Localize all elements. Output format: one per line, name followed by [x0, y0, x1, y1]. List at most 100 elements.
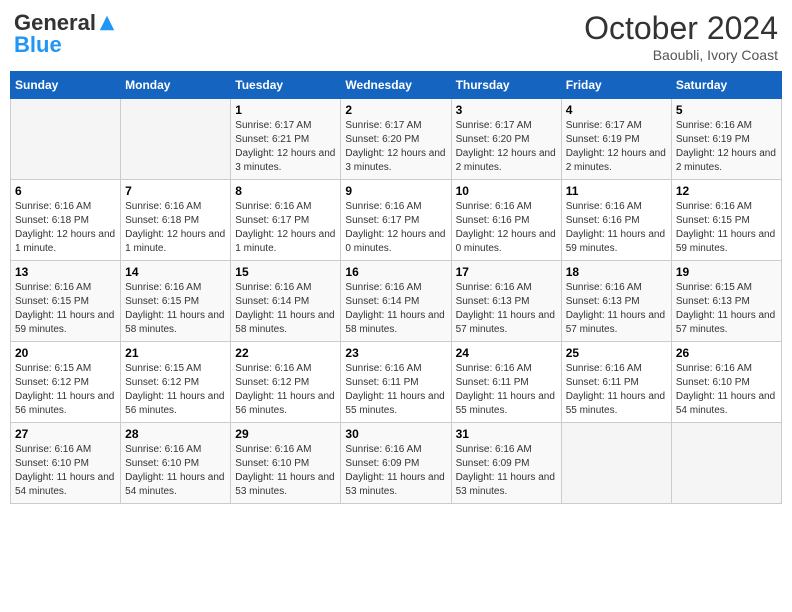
calendar-week-3: 13 Sunrise: 6:16 AMSunset: 6:15 PMDayligh… — [11, 261, 782, 342]
calendar-header-wednesday: Wednesday — [341, 72, 451, 99]
day-number: 18 — [566, 265, 667, 279]
day-info: Sunrise: 6:16 AMSunset: 6:14 PMDaylight:… — [235, 281, 336, 337]
calendar-week-1: 1 Sunrise: 6:17 AMSunset: 6:21 PMDaylight… — [11, 99, 782, 180]
day-number: 1 — [235, 103, 336, 117]
day-number: 21 — [125, 346, 226, 360]
day-info: Sunrise: 6:15 AMSunset: 6:12 PMDaylight:… — [15, 362, 116, 418]
calendar-cell — [11, 99, 121, 180]
month-title: October 2024 — [584, 10, 778, 47]
day-number: 8 — [235, 184, 336, 198]
calendar-cell: 29 Sunrise: 6:16 AMSunset: 6:10 PMDayligh… — [231, 423, 341, 504]
calendar-cell: 21 Sunrise: 6:15 AMSunset: 6:12 PMDayligh… — [121, 342, 231, 423]
calendar-header-thursday: Thursday — [451, 72, 561, 99]
day-info: Sunrise: 6:16 AMSunset: 6:10 PMDaylight:… — [235, 443, 336, 499]
calendar-cell: 6 Sunrise: 6:16 AMSunset: 6:18 PMDaylight… — [11, 180, 121, 261]
day-number: 14 — [125, 265, 226, 279]
day-info: Sunrise: 6:16 AMSunset: 6:15 PMDaylight:… — [15, 281, 116, 337]
day-info: Sunrise: 6:16 AMSunset: 6:19 PMDaylight:… — [676, 119, 777, 175]
calendar-cell: 3 Sunrise: 6:17 AMSunset: 6:20 PMDaylight… — [451, 99, 561, 180]
day-number: 13 — [15, 265, 116, 279]
day-number: 27 — [15, 427, 116, 441]
day-info: Sunrise: 6:16 AMSunset: 6:15 PMDaylight:… — [676, 200, 777, 256]
day-number: 3 — [456, 103, 557, 117]
title-block: October 2024 Baoubli, Ivory Coast — [584, 10, 778, 63]
day-info: Sunrise: 6:16 AMSunset: 6:18 PMDaylight:… — [15, 200, 116, 256]
calendar-week-4: 20Sunrise: 6:15 AMSunset: 6:12 PMDayligh… — [11, 342, 782, 423]
logo-icon — [98, 14, 116, 32]
day-number: 31 — [456, 427, 557, 441]
day-number: 22 — [235, 346, 336, 360]
calendar-cell: 28 Sunrise: 6:16 AMSunset: 6:10 PMDayligh… — [121, 423, 231, 504]
page-header: General Blue October 2024 Baoubli, Ivory… — [10, 10, 782, 63]
day-number: 2 — [345, 103, 446, 117]
calendar-cell: 20Sunrise: 6:15 AMSunset: 6:12 PMDayligh… — [11, 342, 121, 423]
calendar-cell: 2 Sunrise: 6:17 AMSunset: 6:20 PMDaylight… — [341, 99, 451, 180]
calendar-cell: 16 Sunrise: 6:16 AMSunset: 6:14 PMDayligh… — [341, 261, 451, 342]
day-number: 12 — [676, 184, 777, 198]
day-info: Sunrise: 6:16 AMSunset: 6:11 PMDaylight:… — [566, 362, 667, 418]
calendar-header-sunday: Sunday — [11, 72, 121, 99]
calendar-cell: 9 Sunrise: 6:16 AMSunset: 6:17 PMDaylight… — [341, 180, 451, 261]
calendar-cell: 14Sunrise: 6:16 AMSunset: 6:15 PMDayligh… — [121, 261, 231, 342]
logo: General Blue — [14, 10, 116, 58]
day-info: Sunrise: 6:17 AMSunset: 6:20 PMDaylight:… — [345, 119, 446, 175]
day-info: Sunrise: 6:16 AMSunset: 6:13 PMDaylight:… — [566, 281, 667, 337]
logo-blue-text: Blue — [14, 32, 62, 58]
day-info: Sunrise: 6:15 AMSunset: 6:12 PMDaylight:… — [125, 362, 226, 418]
calendar-cell: 10 Sunrise: 6:16 AMSunset: 6:16 PMDayligh… — [451, 180, 561, 261]
calendar-cell: 17 Sunrise: 6:16 AMSunset: 6:13 PMDayligh… — [451, 261, 561, 342]
day-number: 15 — [235, 265, 336, 279]
day-number: 23 — [345, 346, 446, 360]
day-info: Sunrise: 6:17 AMSunset: 6:21 PMDaylight:… — [235, 119, 336, 175]
calendar-cell: 30 Sunrise: 6:16 AMSunset: 6:09 PMDayligh… — [341, 423, 451, 504]
calendar-cell: 27 Sunrise: 6:16 AMSunset: 6:10 PMDayligh… — [11, 423, 121, 504]
day-info: Sunrise: 6:16 AMSunset: 6:17 PMDaylight:… — [345, 200, 446, 256]
day-info: Sunrise: 6:16 AMSunset: 6:09 PMDaylight:… — [456, 443, 557, 499]
day-number: 26 — [676, 346, 777, 360]
day-info: Sunrise: 6:17 AMSunset: 6:20 PMDaylight:… — [456, 119, 557, 175]
day-number: 30 — [345, 427, 446, 441]
day-number: 28 — [125, 427, 226, 441]
calendar-table: SundayMondayTuesdayWednesdayThursdayFrid… — [10, 71, 782, 504]
day-info: Sunrise: 6:16 AMSunset: 6:10 PMDaylight:… — [676, 362, 777, 418]
calendar-cell: 13 Sunrise: 6:16 AMSunset: 6:15 PMDayligh… — [11, 261, 121, 342]
day-info: Sunrise: 6:16 AMSunset: 6:10 PMDaylight:… — [125, 443, 226, 499]
day-info: Sunrise: 6:16 AMSunset: 6:18 PMDaylight:… — [125, 200, 226, 256]
day-info: Sunrise: 6:16 AMSunset: 6:09 PMDaylight:… — [345, 443, 446, 499]
calendar-cell: 4Sunrise: 6:17 AMSunset: 6:19 PMDaylight… — [561, 99, 671, 180]
calendar-cell: 18 Sunrise: 6:16 AMSunset: 6:13 PMDayligh… — [561, 261, 671, 342]
day-number: 17 — [456, 265, 557, 279]
calendar-week-5: 27 Sunrise: 6:16 AMSunset: 6:10 PMDayligh… — [11, 423, 782, 504]
calendar-cell: 1 Sunrise: 6:17 AMSunset: 6:21 PMDaylight… — [231, 99, 341, 180]
calendar-week-2: 6 Sunrise: 6:16 AMSunset: 6:18 PMDaylight… — [11, 180, 782, 261]
day-info: Sunrise: 6:16 AMSunset: 6:14 PMDaylight:… — [345, 281, 446, 337]
day-number: 10 — [456, 184, 557, 198]
day-info: Sunrise: 6:15 AMSunset: 6:13 PMDaylight:… — [676, 281, 777, 337]
day-number: 29 — [235, 427, 336, 441]
calendar-cell: 25Sunrise: 6:16 AMSunset: 6:11 PMDayligh… — [561, 342, 671, 423]
calendar-header-saturday: Saturday — [671, 72, 781, 99]
calendar-cell — [121, 99, 231, 180]
calendar-header-row: SundayMondayTuesdayWednesdayThursdayFrid… — [11, 72, 782, 99]
day-info: Sunrise: 6:16 AMSunset: 6:13 PMDaylight:… — [456, 281, 557, 337]
calendar-cell: 5 Sunrise: 6:16 AMSunset: 6:19 PMDaylight… — [671, 99, 781, 180]
day-number: 6 — [15, 184, 116, 198]
day-number: 5 — [676, 103, 777, 117]
calendar-cell: 11 Sunrise: 6:16 AMSunset: 6:16 PMDayligh… — [561, 180, 671, 261]
day-number: 11 — [566, 184, 667, 198]
calendar-cell: 7Sunrise: 6:16 AMSunset: 6:18 PMDaylight… — [121, 180, 231, 261]
calendar-cell — [561, 423, 671, 504]
calendar-header-monday: Monday — [121, 72, 231, 99]
day-info: Sunrise: 6:16 AMSunset: 6:11 PMDaylight:… — [345, 362, 446, 418]
day-info: Sunrise: 6:16 AMSunset: 6:10 PMDaylight:… — [15, 443, 116, 499]
location: Baoubli, Ivory Coast — [584, 47, 778, 63]
day-info: Sunrise: 6:16 AMSunset: 6:16 PMDaylight:… — [456, 200, 557, 256]
calendar-header-tuesday: Tuesday — [231, 72, 341, 99]
day-info: Sunrise: 6:16 AMSunset: 6:16 PMDaylight:… — [566, 200, 667, 256]
calendar-cell: 23 Sunrise: 6:16 AMSunset: 6:11 PMDayligh… — [341, 342, 451, 423]
day-number: 9 — [345, 184, 446, 198]
calendar-cell: 15 Sunrise: 6:16 AMSunset: 6:14 PMDayligh… — [231, 261, 341, 342]
day-number: 16 — [345, 265, 446, 279]
calendar-header-friday: Friday — [561, 72, 671, 99]
calendar-cell: 8Sunrise: 6:16 AMSunset: 6:17 PMDaylight… — [231, 180, 341, 261]
